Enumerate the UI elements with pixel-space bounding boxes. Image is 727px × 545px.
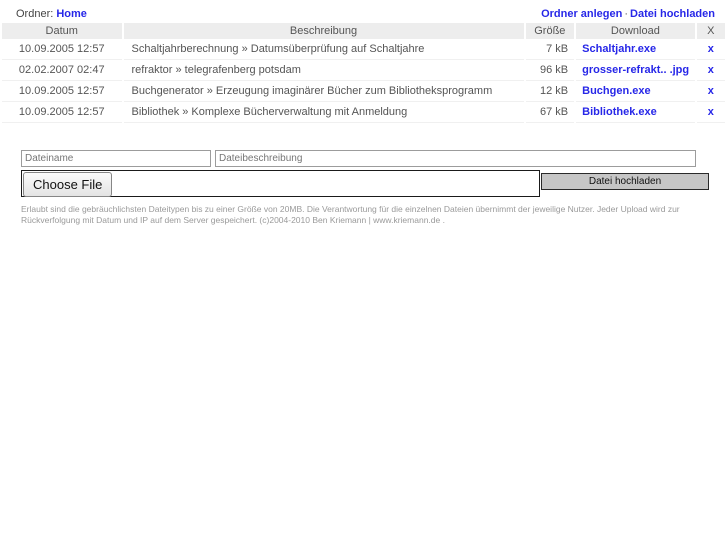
cell-size: 12 kB — [525, 81, 575, 102]
cell-download: Buchgen.exe — [576, 81, 695, 102]
cell-download: grosser-refrakt.. .jpg — [576, 60, 695, 81]
cell-description: Buchgenerator » Erzeugung imaginärer Büc… — [123, 81, 524, 102]
file-table-head: Datum Beschreibung Größe Download X — [2, 23, 725, 39]
filename-input[interactable] — [21, 150, 211, 167]
column-header-description[interactable]: Beschreibung — [123, 23, 524, 39]
cell-size: 67 kB — [525, 102, 575, 123]
cell-delete: x — [696, 102, 725, 123]
upload-file-link[interactable]: Datei hochladen — [630, 8, 715, 20]
download-link[interactable]: Bibliothek.exe — [582, 106, 657, 118]
cell-date: 10.09.2005 12:57 — [2, 39, 122, 60]
upload-submit-button[interactable]: Datei hochladen — [541, 173, 709, 190]
topbar-actions: Ordner anlegen · Datei hochladen — [541, 8, 715, 20]
cell-download: Bibliothek.exe — [576, 102, 695, 123]
action-separator: · — [624, 8, 629, 20]
delete-file-link[interactable]: x — [708, 106, 714, 118]
cell-date: 10.09.2005 12:57 — [2, 81, 122, 102]
table-row: 02.02.2007 02:47 refraktor » telegrafenbe… — [2, 60, 725, 81]
column-header-size[interactable]: Größe — [525, 23, 575, 39]
page-root: Ordner: Home Ordner anlegen · Datei hochla… — [0, 0, 727, 545]
cell-description: Schaltjahrberechnung » Datumsüberprüfung… — [123, 39, 524, 60]
form-row-file: Choose File Datei hochladen — [0, 170, 727, 198]
topbar: Ordner: Home Ordner anlegen · Datei hochla… — [0, 0, 727, 22]
file-table-body: 10.09.2005 12:57 Schaltjahrberechnung » D… — [2, 39, 725, 123]
table-row: 10.09.2005 12:57 Buchgenerator » Erzeugun… — [2, 81, 725, 102]
cell-date: 02.02.2007 02:47 — [2, 60, 122, 81]
cell-download: Schaltjahr.exe — [576, 39, 695, 60]
cell-delete: x — [696, 60, 725, 81]
cell-delete: x — [696, 39, 725, 60]
delete-file-link[interactable]: x — [708, 43, 714, 55]
cell-size: 7 kB — [525, 39, 575, 60]
delete-file-link[interactable]: x — [708, 64, 714, 76]
file-table: Datum Beschreibung Größe Download X 10.0… — [0, 23, 727, 123]
column-header-date[interactable]: Datum — [2, 23, 122, 39]
footer-note: Erlaubt sind die gebräuchlichsten Dateit… — [21, 204, 680, 225]
breadcrumb-link-home[interactable]: Home — [56, 8, 87, 20]
table-header-row: Datum Beschreibung Größe Download X — [2, 23, 725, 39]
column-header-download[interactable]: Download — [576, 23, 695, 39]
delete-file-link[interactable]: x — [708, 85, 714, 97]
table-row: 10.09.2005 12:57 Bibliothek » Komplexe Bü… — [2, 102, 725, 123]
cell-date: 10.09.2005 12:57 — [2, 102, 122, 123]
cell-size: 96 kB — [525, 60, 575, 81]
download-link[interactable]: grosser-refrakt.. .jpg — [582, 64, 689, 76]
file-description-input[interactable] — [215, 150, 696, 167]
column-header-delete[interactable]: X — [696, 23, 725, 39]
form-row-text-inputs — [0, 150, 727, 167]
file-input-container[interactable]: Choose File — [21, 170, 540, 197]
cell-delete: x — [696, 81, 725, 102]
table-row: 10.09.2005 12:57 Schaltjahrberechnung » D… — [2, 39, 725, 60]
choose-file-button[interactable]: Choose File — [23, 172, 113, 197]
upload-form: Choose File Datei hochladen — [0, 150, 727, 198]
cell-description: Bibliothek » Komplexe Bücherverwaltung m… — [123, 102, 524, 123]
cell-description: refraktor » telegrafenberg potsdam — [123, 60, 524, 81]
folder-label: Ordner: — [16, 8, 54, 20]
breadcrumb: Ordner: Home — [16, 8, 87, 20]
download-link[interactable]: Buchgen.exe — [582, 85, 650, 97]
create-folder-link[interactable]: Ordner anlegen — [541, 8, 622, 20]
download-link[interactable]: Schaltjahr.exe — [582, 43, 656, 55]
